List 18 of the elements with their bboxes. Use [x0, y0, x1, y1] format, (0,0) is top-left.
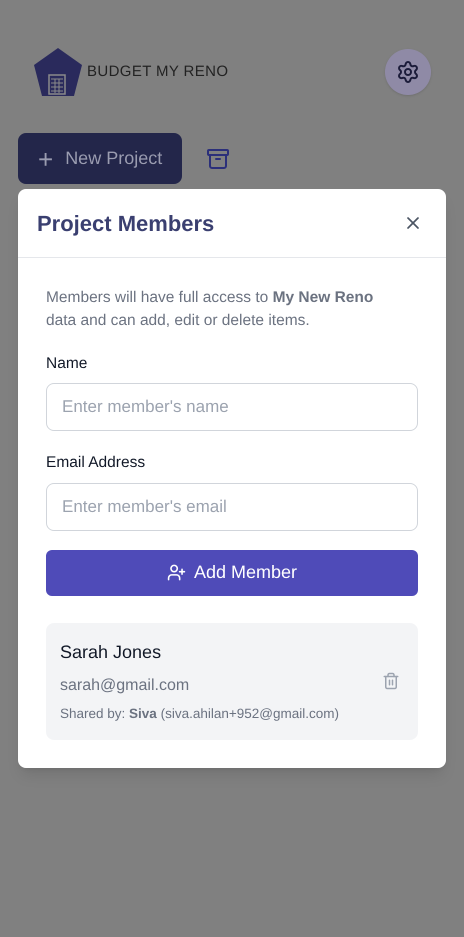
intro-text: Members will have full access to My New Reno data and can add, edit or delete items.	[46, 288, 374, 331]
logo-text: BUDGET MY RENO	[87, 62, 228, 82]
add-user-icon	[166, 563, 186, 582]
trash-icon	[382, 672, 400, 690]
dialog-title: Project Members	[37, 210, 214, 238]
archive-icon[interactable]	[206, 146, 230, 170]
field-label: Name	[46, 354, 88, 374]
member-email: sarah@gmail.com	[60, 676, 190, 696]
input-field[interactable]: Enter member's email	[46, 482, 418, 530]
add-member-button[interactable]: Add Member	[46, 550, 418, 596]
shared-by-text: Shared by: Siva (siva.ahilan+952@gmail.com)	[60, 704, 339, 723]
field-label: Email Address	[46, 453, 146, 474]
input-field[interactable]: Enter member's name	[46, 383, 418, 432]
settings-button[interactable]	[385, 49, 431, 95]
logo-icon	[33, 47, 83, 97]
settings-icon	[396, 60, 420, 84]
new-project-button[interactable]: + New Project	[18, 133, 182, 184]
member-name: Sarah Jones	[60, 640, 162, 664]
